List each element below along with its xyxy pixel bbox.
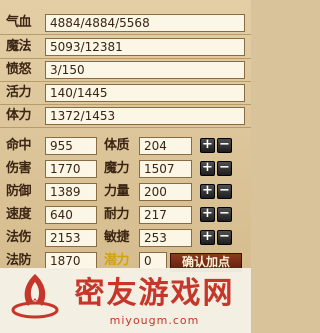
accuracy-value: 955	[45, 137, 97, 155]
agility-plus-button[interactable]: +	[200, 230, 215, 245]
rage-value: 3/150	[45, 61, 245, 79]
divider	[0, 104, 251, 105]
strength-value: 200	[139, 183, 192, 201]
watermark-url: miyougm.com	[109, 314, 200, 327]
endurance-minus-button[interactable]: −	[217, 207, 232, 222]
speed-value: 640	[45, 206, 97, 224]
magic-plus-button[interactable]: +	[200, 161, 215, 176]
strength-minus-button[interactable]: −	[217, 184, 232, 199]
watermark-logo-icon	[11, 274, 59, 319]
endurance-label: 耐力	[104, 207, 130, 222]
endurance-plus-button[interactable]: +	[200, 207, 215, 222]
divider	[0, 127, 251, 128]
mp-label: 魔法	[6, 39, 32, 54]
vitality-value: 140/1445	[45, 84, 245, 102]
constitution-plus-button[interactable]: +	[200, 138, 215, 153]
divider	[0, 58, 251, 59]
stamina-value: 1372/1453	[45, 107, 245, 125]
defense-label: 防御	[6, 184, 32, 199]
constitution-label: 体质	[104, 138, 130, 153]
agility-label: 敏捷	[104, 230, 130, 245]
agility-value: 253	[139, 229, 192, 247]
agility-minus-button[interactable]: −	[217, 230, 232, 245]
constitution-value: 204	[139, 137, 192, 155]
strength-plus-button[interactable]: +	[200, 184, 215, 199]
endurance-value: 217	[139, 206, 192, 224]
attributes-panel: 气血 4884/4884/5568 魔法 5093/12381 愤怒 3/150…	[0, 0, 251, 272]
hp-value: 4884/4884/5568	[45, 14, 245, 32]
spell-damage-label: 法伤	[6, 230, 32, 245]
hp-label: 气血	[6, 15, 32, 30]
spell-damage-value: 2153	[45, 229, 97, 247]
magic-minus-button[interactable]: −	[217, 161, 232, 176]
vitality-label: 活力	[6, 85, 32, 100]
stamina-label: 体力	[6, 108, 32, 123]
rage-label: 愤怒	[6, 62, 32, 77]
divider	[0, 81, 251, 82]
magic-value: 1507	[139, 160, 192, 178]
mp-value: 5093/12381	[45, 38, 245, 56]
strength-label: 力量	[104, 184, 130, 199]
constitution-minus-button[interactable]: −	[217, 138, 232, 153]
accuracy-label: 命中	[6, 138, 32, 153]
damage-label: 伤害	[6, 161, 32, 176]
magic-label: 魔力	[104, 161, 130, 176]
divider	[0, 34, 251, 35]
defense-value: 1389	[45, 183, 97, 201]
speed-label: 速度	[6, 207, 32, 222]
damage-value: 1770	[45, 160, 97, 178]
watermark-title: 密友游戏网	[74, 276, 235, 311]
